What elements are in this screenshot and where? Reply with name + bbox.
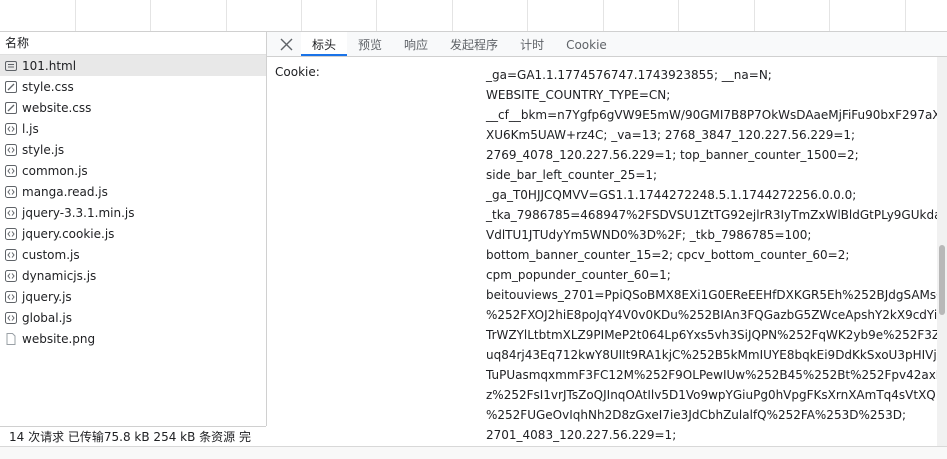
request-row[interactable]: l.js xyxy=(0,118,266,139)
cookie-value-line: _ga_T0HJJCQMVV=GS1.1.1744272248.5.1.1744… xyxy=(486,188,857,202)
timeline-gridline xyxy=(150,0,151,31)
cookie-value-line: %252FXOJ2hiE8poJqY4V0v0KDu%252BIAn3FQGaz… xyxy=(486,308,937,322)
cookie-value-line: beitouviews_2701=PpiQSoBMX8EXi1G0EReEEHf… xyxy=(486,288,937,302)
close-icon xyxy=(280,38,292,50)
timeline-gridline xyxy=(301,0,302,31)
request-row[interactable]: jquery.cookie.js xyxy=(0,223,266,244)
request-name: jquery.cookie.js xyxy=(22,226,115,241)
script-icon xyxy=(5,185,17,198)
cookie-header-key: Cookie: xyxy=(275,65,320,79)
timeline-gridline xyxy=(376,0,377,31)
cookie-value-line: %252FUGeOvIqhNh2D8zGxeI7ie3JdCbhZulalfQ%… xyxy=(486,408,907,422)
request-name: common.js xyxy=(22,163,88,178)
script-icon xyxy=(5,290,17,303)
cookie-value-line: 2769_4078_120.227.56.229=1; top_banner_c… xyxy=(486,148,859,162)
cookie-value-line: XU6Km5UAW+rz4C; _va=13; 2768_3847_120.22… xyxy=(486,128,856,142)
cookie-value-line: cpm_popunder_counter_60=1; xyxy=(486,268,671,282)
image-file-icon xyxy=(5,332,17,345)
request-row[interactable]: common.js xyxy=(0,160,266,181)
drawer-resize-strip[interactable] xyxy=(0,446,947,459)
timeline-gridline xyxy=(452,0,453,31)
cookie-value-line: _tka_7986785=468947%2FSDVSU1ZtTG92ejlrR3… xyxy=(486,208,937,222)
document-icon xyxy=(5,60,17,72)
timeline-gridline xyxy=(754,0,755,31)
request-row[interactable]: website.css xyxy=(0,97,266,118)
request-name: l.js xyxy=(22,121,39,136)
close-details-button[interactable] xyxy=(275,33,297,55)
tab-1[interactable]: 预览 xyxy=(347,32,393,56)
request-list-panel: 名称 101.html style.css website.css l.js style… xyxy=(0,32,267,426)
request-name: jquery.js xyxy=(22,289,72,304)
name-column-header[interactable]: 名称 xyxy=(0,32,266,55)
stylesheet-icon xyxy=(5,101,17,114)
tab-0[interactable]: 标头 xyxy=(301,32,348,56)
network-timeline[interactable] xyxy=(0,0,947,32)
script-icon xyxy=(5,311,17,324)
request-row[interactable]: manga.read.js xyxy=(0,181,266,202)
cookie-value-line: TuPUasmqxmmF3FC12M%252F9OLPewIUw%252B45%… xyxy=(486,368,937,382)
request-name: 101.html xyxy=(22,58,77,73)
request-row[interactable]: 101.html xyxy=(0,55,266,76)
request-row[interactable]: style.js xyxy=(0,139,266,160)
script-icon xyxy=(5,269,17,282)
timeline-gridline xyxy=(905,0,906,31)
cookie-value-line: TrWZYlLtbtmXLZ9PIMeP2t064Lp6Yxs5vh3SiJQP… xyxy=(486,328,937,342)
request-name: jquery-3.3.1.min.js xyxy=(22,205,135,220)
script-icon xyxy=(5,122,17,135)
timeline-gridline xyxy=(603,0,604,31)
request-name: style.css xyxy=(22,79,74,94)
script-icon xyxy=(5,164,17,177)
script-icon xyxy=(5,206,17,219)
stylesheet-icon xyxy=(5,80,17,93)
request-name: dynamicjs.js xyxy=(22,268,97,283)
timeline-gridline xyxy=(829,0,830,31)
request-row[interactable]: custom.js xyxy=(0,244,266,265)
request-row[interactable]: jquery-3.3.1.min.js xyxy=(0,202,266,223)
tab-4[interactable]: 计时 xyxy=(509,32,555,56)
details-tabs: 标头 预览 响应 发起程序 计时 Cookie xyxy=(301,32,618,56)
script-icon xyxy=(5,248,17,261)
details-tabbar: 标头 预览 响应 发起程序 计时 Cookie xyxy=(267,32,947,57)
cookie-value-line: uq84rj43Eq712kwY8UIIt9RA1kjC%252B5kMmIUY… xyxy=(486,348,937,362)
network-summary-status: 14 次请求 已传输75.8 kB 254 kB 条资源 完 xyxy=(0,426,266,446)
request-details-panel: 标头 预览 响应 发起程序 计时 Cookie Cookie: _ga=GA1.1.177… xyxy=(267,32,947,446)
headers-content: Cookie: _ga=GA1.1.1774576747.1743923855;… xyxy=(267,57,937,446)
scrollbar-thumb[interactable] xyxy=(939,245,945,315)
cookie-value-line: WEBSITE_COUNTRY_TYPE=CN; xyxy=(486,88,671,102)
cookie-value-line: 2701_4083_120.227.56.229=1; xyxy=(486,428,677,442)
request-row[interactable]: website.png xyxy=(0,328,266,349)
timeline-gridline xyxy=(75,0,76,31)
request-row[interactable]: jquery.js xyxy=(0,286,266,307)
request-list: 101.html style.css website.css l.js style.js… xyxy=(0,55,266,349)
timeline-gridline xyxy=(226,0,227,31)
request-row[interactable]: dynamicjs.js xyxy=(0,265,266,286)
cookie-value-line: bottom_banner_counter_15=2; cpcv_bottom_… xyxy=(486,248,850,262)
cookie-value-line: _ga=GA1.1.1774576747.1743923855; __na=N; xyxy=(486,68,772,82)
request-name: website.css xyxy=(22,100,92,115)
request-name: global.js xyxy=(22,310,72,325)
timeline-gridline xyxy=(527,0,528,31)
cookie-value-line: z%252FsI1vrJTsZoQJInqOAtIlv5D1Vo9wpYGiuP… xyxy=(486,388,936,402)
request-name: manga.read.js xyxy=(22,184,108,199)
request-row[interactable]: style.css xyxy=(0,76,266,97)
script-icon xyxy=(5,143,17,156)
details-scrollbar[interactable] xyxy=(937,57,947,446)
timeline-gridline xyxy=(678,0,679,31)
tab-5[interactable]: Cookie xyxy=(555,32,618,56)
tab-3[interactable]: 发起程序 xyxy=(439,32,509,56)
cookie-value-line: side_bar_left_counter_25=1; xyxy=(486,168,658,182)
cookie-value-line: VdlTU1JTUdyYm5WND0%3D%2F; _tkb_7986785=1… xyxy=(486,228,812,242)
request-name: custom.js xyxy=(22,247,80,262)
request-name: style.js xyxy=(22,142,65,157)
request-name: website.png xyxy=(22,331,96,346)
cookie-value-line: __cf__bkm=n7Ygfp6gVW9E5mW/90GMI7B8P7OkWs… xyxy=(486,108,937,122)
tab-2[interactable]: 响应 xyxy=(393,32,439,56)
request-row[interactable]: global.js xyxy=(0,307,266,328)
script-icon xyxy=(5,227,17,240)
cookie-header-value: _ga=GA1.1.1774576747.1743923855; __na=N;… xyxy=(486,65,937,445)
